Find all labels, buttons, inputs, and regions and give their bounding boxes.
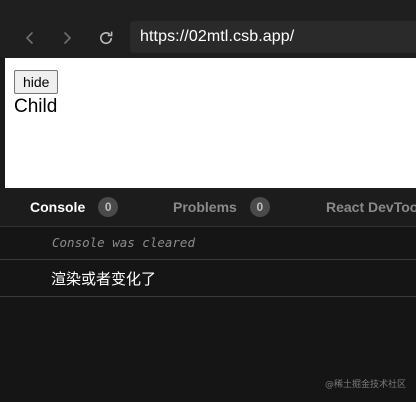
devtools-tabs: Console 0 Problems 0 React DevTools — [0, 188, 416, 227]
watermark: @稀土掘金技术社区 — [324, 380, 406, 390]
hide-button[interactable]: hide — [14, 70, 59, 94]
window-top-strip — [0, 0, 416, 18]
problems-count-badge: 0 — [249, 197, 270, 217]
console-log-row: 渲染或者变化了 — [0, 260, 416, 297]
back-button[interactable] — [18, 26, 42, 50]
tab-react-devtools-label: React DevTools — [326, 199, 416, 215]
tab-console[interactable]: Console 0 — [30, 188, 119, 226]
console-cleared-row: Console was cleared — [0, 227, 416, 260]
tab-problems[interactable]: Problems 0 — [173, 188, 270, 226]
address-bar[interactable]: https://02mtl.csb.app/ — [130, 21, 416, 53]
console-log-message: 渲染或者变化了 — [51, 270, 157, 288]
browser-toolbar: https://02mtl.csb.app/ — [0, 18, 416, 58]
url-text: https://02mtl.csb.app/ — [140, 28, 295, 45]
tab-problems-label: Problems — [173, 199, 237, 215]
console-panel: Console was cleared 渲染或者变化了 @稀土掘金技术社区 — [0, 227, 416, 402]
preview-pane: hide Child — [5, 58, 416, 188]
tab-console-label: Console — [30, 199, 86, 215]
browser-window: https://02mtl.csb.app/ hide Child Consol… — [0, 0, 416, 402]
tab-react-devtools[interactable]: React DevTools — [326, 188, 416, 226]
chevron-right-icon — [63, 31, 72, 45]
console-count-badge: 0 — [98, 197, 119, 217]
console-cleared-message: Console was cleared — [52, 235, 195, 250]
chevron-left-icon — [25, 31, 34, 45]
child-text: Child — [14, 96, 58, 117]
reload-icon — [100, 31, 113, 45]
reload-button[interactable] — [94, 26, 118, 50]
forward-button[interactable] — [55, 26, 79, 50]
